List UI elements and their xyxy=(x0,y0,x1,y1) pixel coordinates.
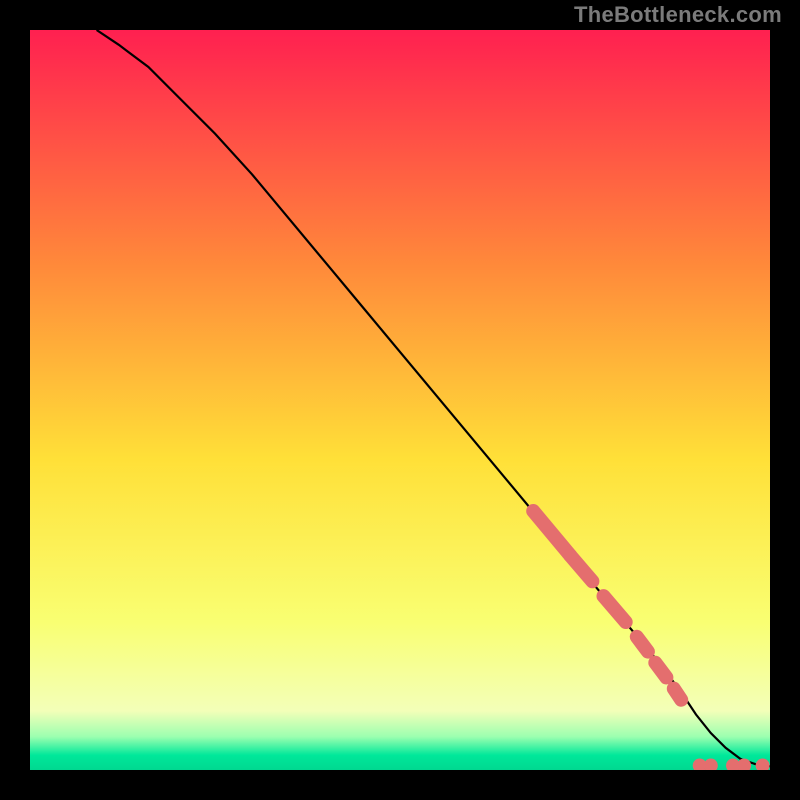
chart-frame: TheBottleneck.com xyxy=(0,0,800,800)
chart-svg xyxy=(30,30,770,770)
highlight-segment xyxy=(637,637,648,652)
highlight-segment xyxy=(655,663,666,678)
plot-area xyxy=(30,30,770,770)
highlight-segment xyxy=(674,689,681,700)
watermark-text: TheBottleneck.com xyxy=(574,2,782,28)
